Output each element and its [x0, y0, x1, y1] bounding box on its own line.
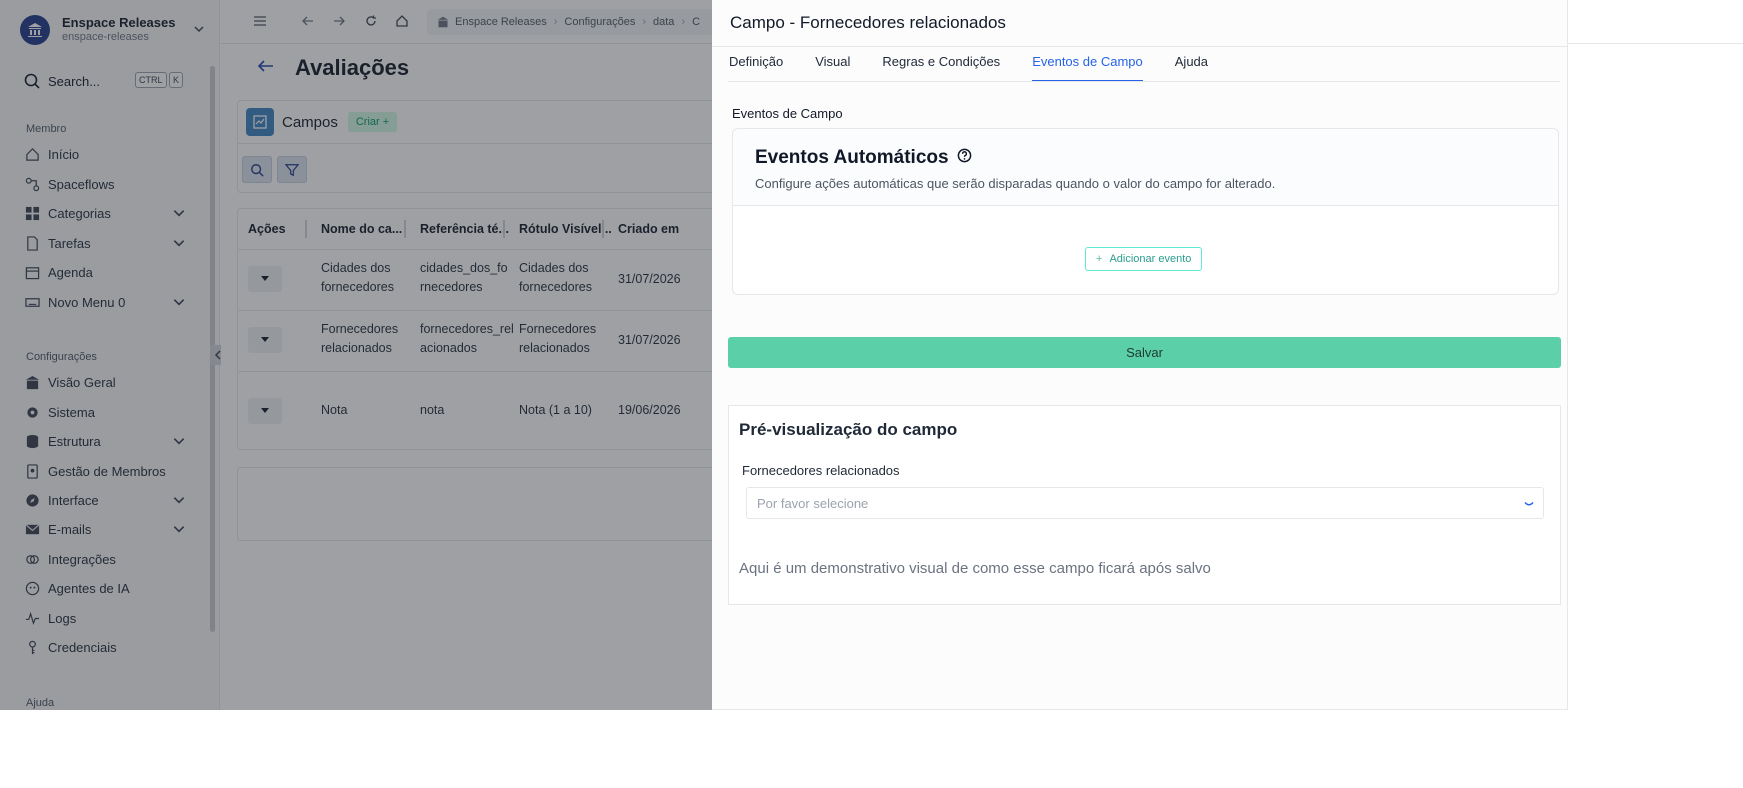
preview-title: Pré-visualização do campo — [739, 420, 958, 439]
drawer-title: Campo - Fornecedores relacionados — [730, 13, 1006, 32]
drawer-tabs: Definição Visual Regras e Condições Even… — [729, 54, 1240, 82]
tab-regras[interactable]: Regras e Condições — [882, 54, 1000, 82]
add-event-button[interactable]: + Adicionar evento — [1085, 247, 1203, 271]
field-preview: Pré-visualização do campo Fornecedores r… — [728, 405, 1561, 605]
add-event-label: Adicionar evento — [1109, 253, 1192, 265]
preview-select[interactable]: Por favor selecione — [746, 487, 1544, 519]
help-icon[interactable] — [957, 147, 972, 169]
modal-backdrop[interactable] — [0, 0, 712, 710]
tab-definicao[interactable]: Definição — [729, 54, 783, 82]
field-drawer: Campo - Fornecedores relacionados Defini… — [712, 0, 1568, 710]
save-button[interactable]: Salvar — [728, 337, 1561, 368]
tab-ajuda[interactable]: Ajuda — [1175, 54, 1208, 82]
tab-visual[interactable]: Visual — [815, 54, 850, 82]
preview-note: Aqui é um demonstrativo visual de como e… — [739, 560, 1211, 577]
select-placeholder: Por favor selecione — [757, 495, 869, 511]
section-label: Eventos de Campo — [732, 106, 843, 121]
divider — [712, 46, 1568, 47]
events-panel: Eventos Automáticos Configure ações auto… — [732, 128, 1559, 295]
tab-eventos[interactable]: Eventos de Campo — [1032, 54, 1143, 82]
chevron-down-icon — [1523, 498, 1535, 513]
preview-field-label: Fornecedores relacionados — [742, 463, 900, 478]
plus-icon: + — [1096, 253, 1103, 265]
events-title: Eventos Automáticos — [755, 147, 949, 168]
divider — [728, 81, 1560, 82]
events-description: Configure ações automáticas que serão di… — [755, 176, 1276, 191]
